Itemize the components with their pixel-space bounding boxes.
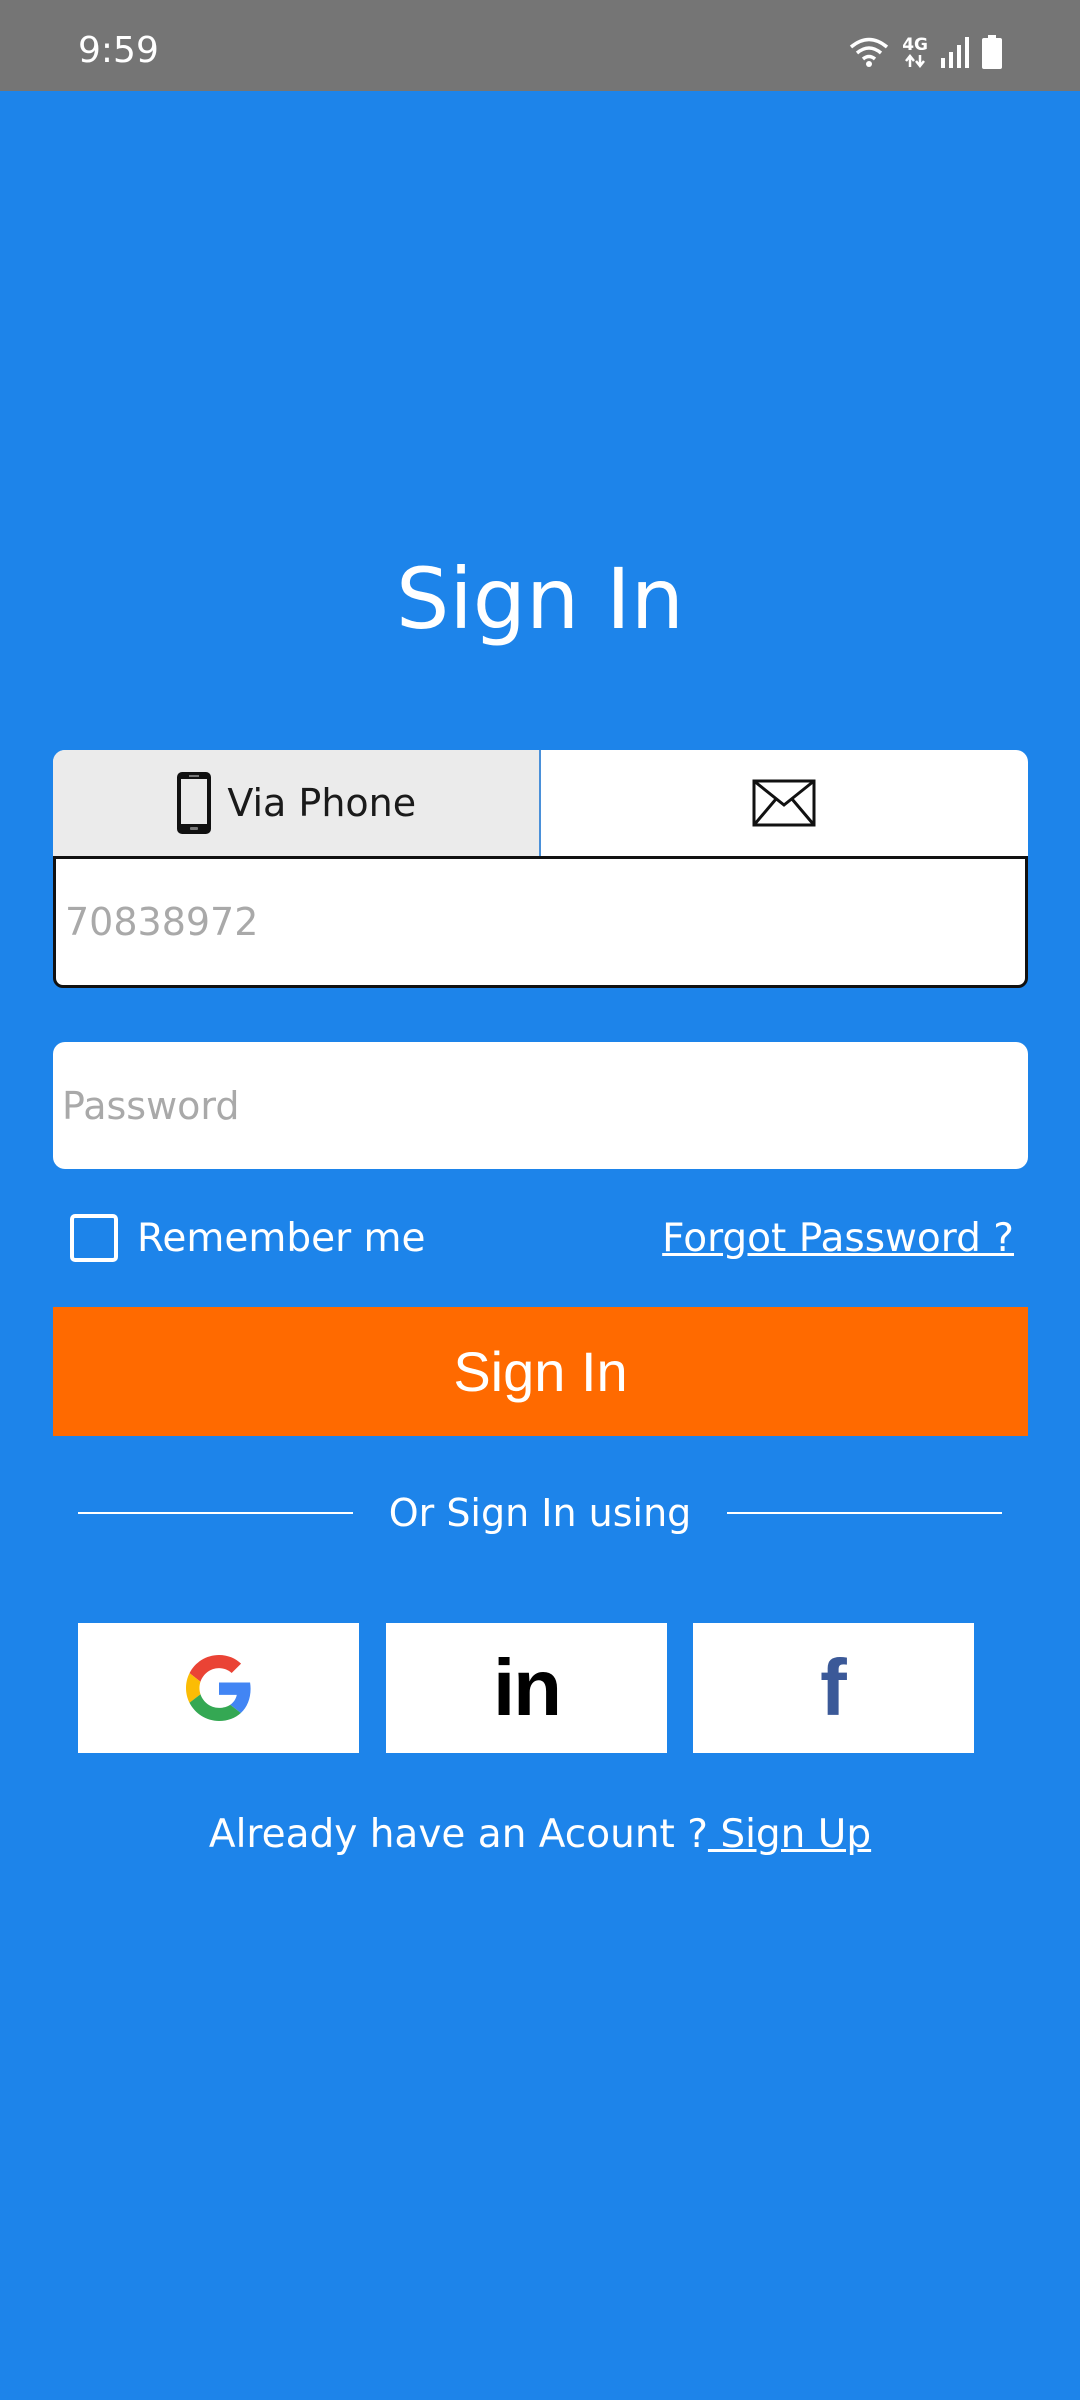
divider-line-left <box>78 1512 353 1514</box>
remember-me: Remember me <box>70 1214 425 1262</box>
network-4g-icon: 4G <box>902 34 928 68</box>
sign-in-button[interactable]: Sign In <box>53 1307 1028 1436</box>
tab-via-email[interactable] <box>541 750 1029 856</box>
divider-line-right <box>727 1512 1002 1514</box>
wifi-icon <box>850 37 889 67</box>
remember-me-checkbox[interactable] <box>70 1214 118 1262</box>
facebook-icon: f <box>820 1643 847 1732</box>
network-label: 4G <box>902 34 928 55</box>
data-arrows-icon <box>905 53 926 68</box>
signup-prompt: Already have an Acount ? Sign Up <box>0 1812 1080 1857</box>
tab-via-phone-label: Via Phone <box>227 781 417 825</box>
status-icons: 4G <box>848 32 1002 72</box>
phone-input[interactable] <box>56 859 1025 985</box>
password-input[interactable] <box>53 1042 1028 1169</box>
google-icon <box>185 1655 251 1721</box>
forgot-password-link[interactable]: Forgot Password ? <box>662 1216 1014 1261</box>
envelope-icon <box>752 779 816 827</box>
linkedin-icon: in <box>492 1643 562 1732</box>
tab-via-phone[interactable]: Via Phone <box>53 750 541 856</box>
battery-icon <box>982 35 1002 69</box>
status-time: 9:59 <box>78 30 159 71</box>
google-sign-in-button[interactable] <box>78 1623 359 1753</box>
divider: Or Sign In using <box>78 1491 1002 1535</box>
remember-me-label[interactable]: Remember me <box>137 1216 425 1261</box>
signal-icon <box>941 37 969 68</box>
phone-field <box>53 856 1028 988</box>
page-title: Sign In <box>396 550 684 648</box>
signup-link[interactable]: Sign Up <box>708 1812 871 1857</box>
login-method-tabs: Via Phone <box>53 750 1028 856</box>
password-field <box>53 1042 1028 1169</box>
status-bar: 9:59 4G <box>0 0 1080 91</box>
facebook-sign-in-button[interactable]: f <box>693 1623 974 1753</box>
signup-prompt-text: Already have an Acount ? <box>208 1812 708 1857</box>
divider-text: Or Sign In using <box>388 1491 692 1535</box>
linkedin-sign-in-button[interactable]: in <box>386 1623 667 1753</box>
phone-icon <box>177 772 212 834</box>
